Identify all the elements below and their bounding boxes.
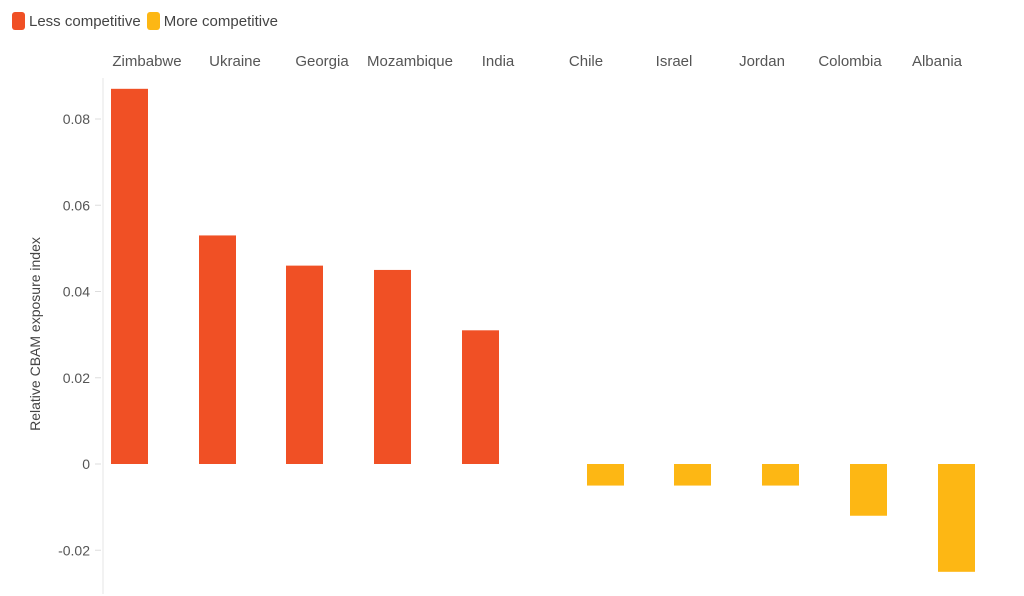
category-label-zimbabwe: Zimbabwe xyxy=(112,53,181,70)
category-label-chile: Chile xyxy=(569,53,603,70)
y-tick-label: 0.06 xyxy=(63,197,90,213)
category-label-albania: Albania xyxy=(912,53,963,70)
bar-colombia[interactable] xyxy=(850,464,887,516)
category-label-india: India xyxy=(482,53,515,70)
bar-georgia[interactable] xyxy=(286,265,323,464)
bar-chile[interactable] xyxy=(587,464,624,486)
bar-albania[interactable] xyxy=(938,464,975,572)
bar-chart: -0.02 0 0.02 0.04 0.06 0.08 Zimbabwe Ukraine Ge… xyxy=(27,53,975,594)
category-label-mozambique: Mozambique xyxy=(367,53,453,70)
bar-ukraine[interactable] xyxy=(199,235,236,464)
y-tick-label: 0.04 xyxy=(63,284,90,300)
category-labels: Zimbabwe Ukraine Georgia Mozambique India Chi… xyxy=(112,53,962,70)
y-tick-label: 0 xyxy=(82,456,90,472)
bar-india[interactable] xyxy=(462,330,499,464)
y-axis-title: Relative CBAM exposure index xyxy=(27,237,43,431)
y-axis: -0.02 0 0.02 0.04 0.06 0.08 xyxy=(58,78,104,594)
bar-israel[interactable] xyxy=(674,464,711,486)
category-label-ukraine: Ukraine xyxy=(209,53,261,70)
bars xyxy=(111,88,975,572)
y-tick-label: -0.02 xyxy=(58,542,90,558)
bar-mozambique[interactable] xyxy=(374,269,411,464)
bar-jordan[interactable] xyxy=(762,464,799,486)
category-label-georgia: Georgia xyxy=(295,53,349,70)
y-tick-label: 0.02 xyxy=(63,370,90,386)
category-label-israel: Israel xyxy=(656,53,693,70)
category-label-colombia: Colombia xyxy=(818,53,882,70)
bar-zimbabwe[interactable] xyxy=(111,88,148,464)
category-label-jordan: Jordan xyxy=(739,53,785,70)
y-tick-label: 0.08 xyxy=(63,111,90,127)
